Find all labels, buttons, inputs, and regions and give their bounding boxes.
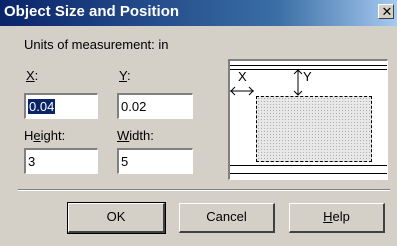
close-button[interactable]: ✕: [378, 4, 394, 19]
x-label: X:: [26, 68, 39, 83]
window-title: Object Size and Position: [4, 3, 180, 20]
cancel-button[interactable]: Cancel: [179, 203, 275, 233]
position-diagram: X Y: [228, 59, 388, 180]
x-input-value: 0.04: [28, 99, 56, 114]
x-input[interactable]: 0.04: [24, 93, 98, 119]
separator: [18, 189, 390, 191]
diagram-y-label: Y: [303, 69, 312, 84]
y-input[interactable]: 0.02: [117, 93, 193, 119]
diagram-x-label: X: [238, 69, 247, 84]
width-input[interactable]: 5: [117, 148, 193, 174]
y-label: Y:: [119, 68, 131, 83]
object-shape-preview: [256, 96, 372, 162]
height-label: Height:: [24, 128, 66, 143]
close-icon: ✕: [381, 4, 393, 19]
ok-button[interactable]: OK: [67, 202, 166, 234]
width-label: Width:: [117, 128, 154, 143]
height-input[interactable]: 3: [24, 148, 98, 174]
units-label: Units of measurement: in: [24, 37, 169, 52]
help-button[interactable]: Help: [289, 203, 385, 233]
